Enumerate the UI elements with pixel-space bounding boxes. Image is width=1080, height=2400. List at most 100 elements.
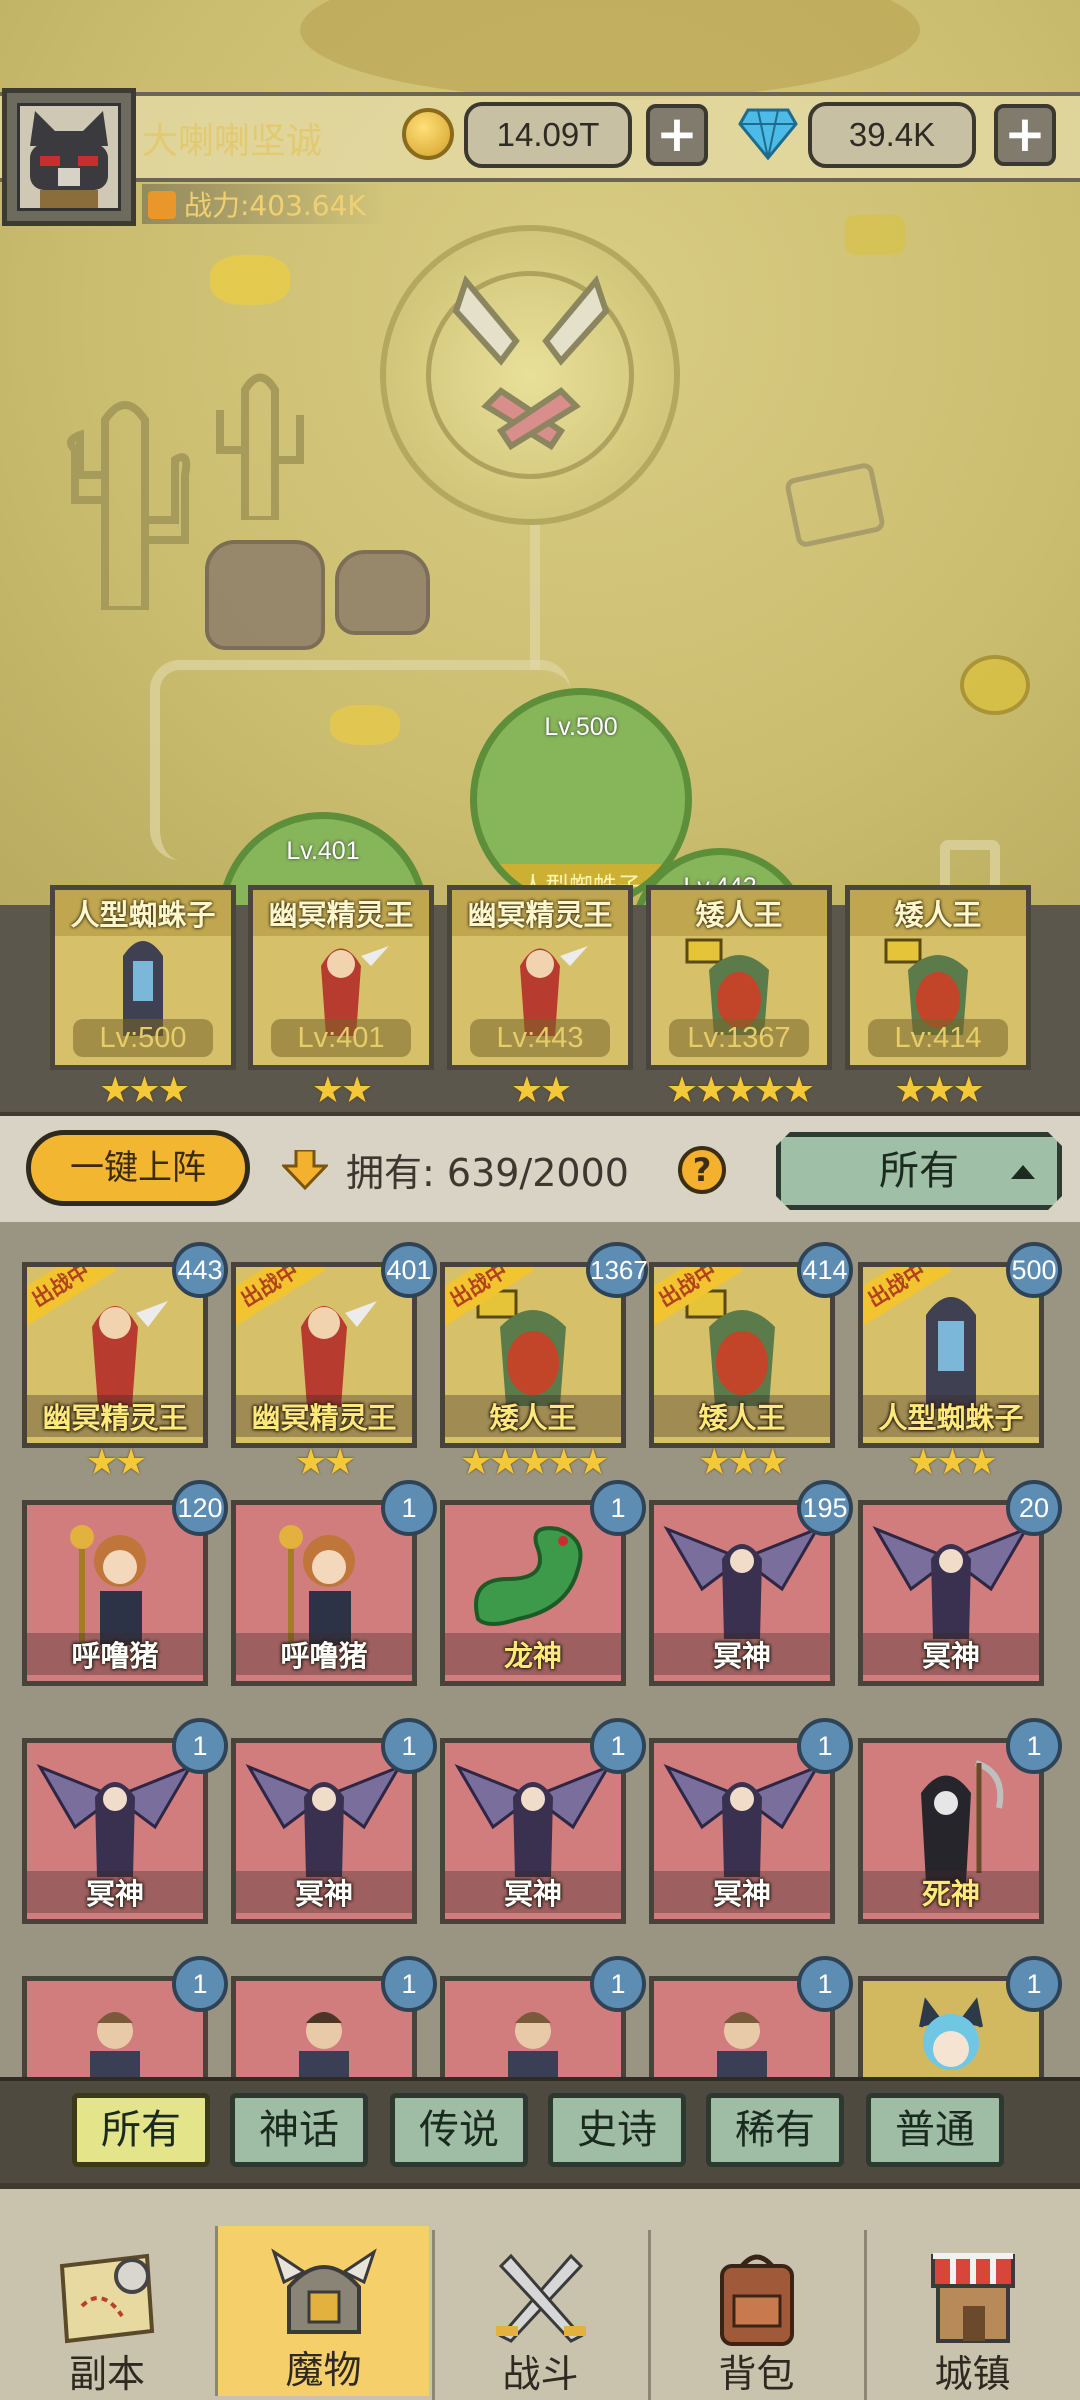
hades-icon [454,1763,612,1877]
nav-town[interactable]: 城镇 [864,2230,1078,2400]
card-name: 冥神 [236,1871,412,1913]
sort-down-arrow-icon[interactable] [282,1150,328,1190]
avatar[interactable] [2,88,136,226]
crown-icon [845,215,905,255]
level-badge: 1 [590,1480,646,1536]
slot-level: Lv:500 [73,1019,213,1057]
formation-slot[interactable]: 人型蜘蛛子 Lv:500 [50,885,236,1070]
nav-dungeon[interactable]: 副本 [0,2230,214,2400]
gold-pile-icon [330,705,400,745]
level-badge: 1 [590,1718,646,1774]
hades-icon [663,1763,821,1877]
monster-helmet-icon [270,2248,377,2334]
rarity-filter-common[interactable]: 普通 [866,2093,1004,2167]
slot-level: Lv:414 [868,1019,1008,1057]
level-badge: 401 [381,1242,437,1298]
level-badge: 1 [1006,1718,1062,1774]
nav-battle[interactable]: 战斗 [432,2230,646,2400]
backpack-icon [719,2254,794,2346]
owned-count: 拥有: 639/2000 [346,1142,629,1197]
level-badge: 1 [1006,1956,1062,2012]
level-badge: 20 [1006,1480,1062,1536]
gold-amount: 14.09T [464,102,632,168]
crossed-swords-icon [495,2253,586,2343]
hades-icon [663,1525,821,1639]
reaper-icon [921,1760,1004,1883]
gold-pile-icon [210,255,290,305]
rarity-filter-legendary[interactable]: 传说 [390,2093,528,2167]
cat-girl-icon [919,1997,983,2070]
map-path [520,510,540,670]
battle-emblem [380,225,680,525]
help-icon[interactable]: ? [678,1146,726,1194]
rarity-filter-mythic[interactable]: 神话 [230,2093,368,2167]
card-stars: ★★ [294,1442,357,1483]
card-name: 冥神 [654,1633,830,1675]
card-stars: ★★ [85,1442,148,1483]
combat-power: 战力:403.64K [142,184,386,224]
level-badge: 500 [1006,1242,1062,1298]
formation-slot[interactable]: 矮人王 Lv:414 [845,885,1031,1070]
level-badge: 1 [381,1480,437,1536]
level-badge: 1 [797,1956,853,2012]
slot-level: Lv:401 [271,1019,411,1057]
level-badge: 443 [172,1242,228,1298]
power-icon [148,191,176,219]
warrior-icon [717,2012,767,2077]
dwarf-king-icon [685,1289,775,1406]
card-stars: ★★★ [698,1442,789,1483]
card-name: 冥神 [863,1633,1039,1675]
slot-stars: ★★★ [99,1070,190,1111]
card-name: 矮人王 [445,1395,621,1437]
spider-girl-icon [926,1297,976,1409]
level-badge: 1367 [586,1242,648,1298]
level-badge: 1 [172,1718,228,1774]
pig-girl-icon [279,1525,355,1645]
map-scroll-icon [59,2253,155,2344]
elf-king-icon [92,1301,168,1407]
hades-icon [872,1525,1030,1639]
auto-deploy-button[interactable]: 一键上阵 [26,1130,250,1206]
formation-slot[interactable]: 幽冥精灵王 Lv:401 [248,885,434,1070]
nav-backpack[interactable]: 背包 [648,2230,862,2400]
slot-stars: ★★ [311,1070,374,1111]
rarity-filter-rare[interactable]: 稀有 [706,2093,844,2167]
cat-avatar-icon [17,103,121,211]
filter-selected: 所有 [879,1148,959,1194]
nav-monsters[interactable]: 魔物 [215,2226,429,2396]
rarity-filter-all[interactable]: 所有 [72,2093,210,2167]
add-gold-button[interactable]: + [646,104,708,166]
nav-label: 副本 [68,2352,145,2396]
chest-icon [783,461,887,549]
card-name: 死神 [863,1871,1039,1913]
slot-stars: ★★★ [894,1070,985,1111]
monster-grid: 出战中 幽冥精灵王 出战中 幽冥精灵王 出战中 矮人王 出战中 矮人王 出战中 … [0,1222,1080,2077]
cactus-icon [50,380,200,614]
rarity-filter-epic[interactable]: 史诗 [548,2093,686,2167]
level-badge: 1 [172,1956,228,2012]
card-name: 龙神 [445,1633,621,1675]
nav-label: 魔物 [285,2348,362,2392]
rock [335,550,430,635]
nav-label: 战斗 [502,2352,579,2396]
bubble-level: Lv.401 [286,837,360,865]
crossed-swords-icon [452,274,610,451]
warrior-icon [90,2012,140,2077]
formation-slot[interactable]: 矮人王 Lv:1367 [646,885,832,1070]
card-name: 冥神 [445,1871,621,1913]
add-diamond-button[interactable]: + [994,104,1056,166]
dwarf-king-icon [476,1289,566,1406]
hades-icon [245,1763,403,1877]
filter-dropdown[interactable]: 所有 [776,1132,1062,1210]
nav-label: 城镇 [934,2352,1011,2396]
card-stars: ★★★ [907,1442,998,1483]
cactus-icon [205,360,315,524]
card-name: 呼噜猪 [27,1633,203,1675]
formation-slot[interactable]: 幽冥精灵王 Lv:443 [447,885,633,1070]
level-badge: 120 [172,1480,228,1536]
slot-level: Lv:443 [470,1019,610,1057]
nav-label: 背包 [718,2352,795,2396]
rock [205,540,325,650]
card-stars: ★★★★★ [459,1442,609,1483]
card-name: 呼噜猪 [236,1633,412,1675]
